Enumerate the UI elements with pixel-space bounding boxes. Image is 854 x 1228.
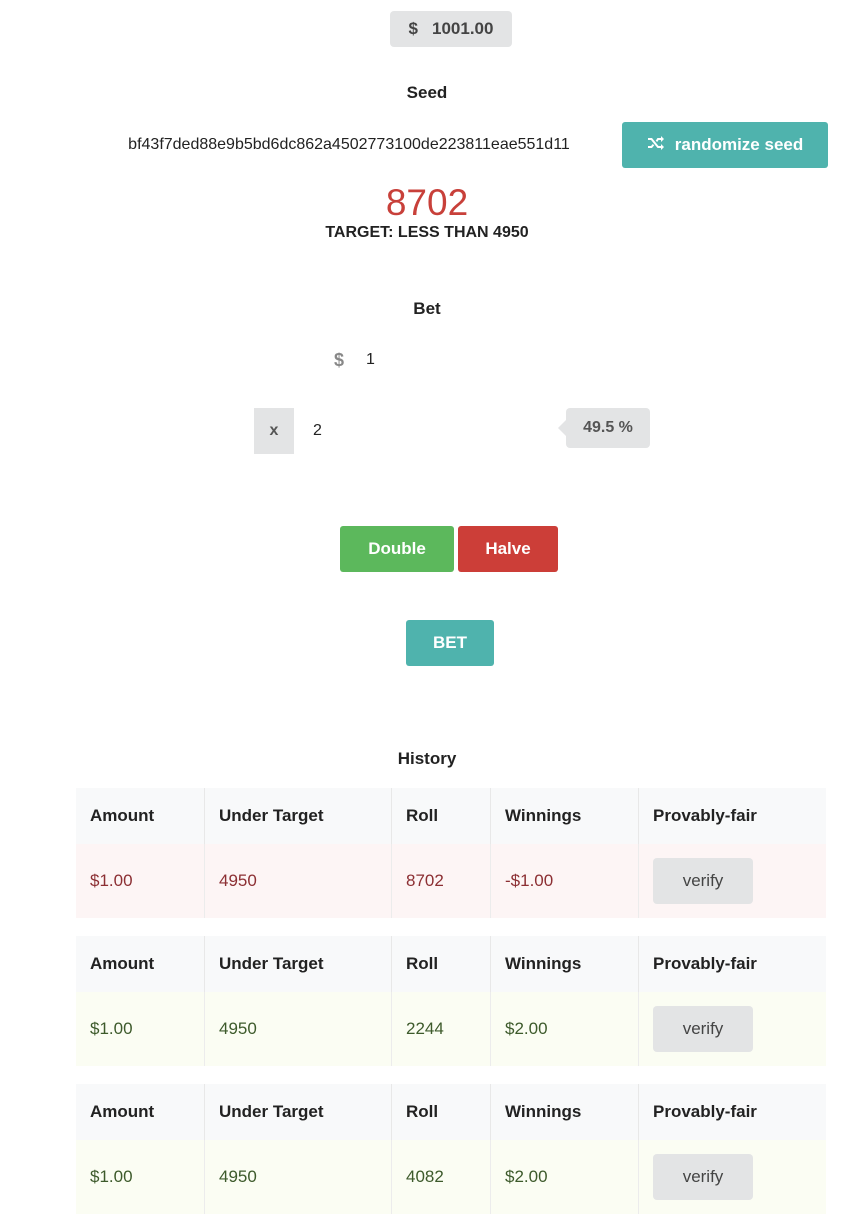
win-chance-badge: 49.5 % [558, 408, 650, 448]
row-verify-cell: verify [638, 844, 826, 918]
history-table: Amount Under Target Roll Winnings Provab… [76, 1084, 826, 1214]
row-amount: $1.00 [76, 992, 205, 1066]
column-winnings: Winnings [490, 788, 639, 844]
balance-amount: 1001.00 [432, 19, 494, 38]
row-roll: 2244 [391, 992, 491, 1066]
history-row: $1.00 4950 2244 $2.00 verify [76, 992, 826, 1066]
verify-button[interactable]: verify [653, 858, 753, 904]
bet-amount-input[interactable] [366, 351, 546, 369]
shuffle-icon [647, 135, 665, 156]
column-under-target: Under Target [204, 1084, 392, 1140]
history-label: History [397, 749, 457, 768]
roll-result: 8702 [385, 182, 469, 223]
row-winnings: $2.00 [490, 1140, 639, 1214]
column-winnings: Winnings [490, 936, 639, 992]
dollar-icon: $ [408, 19, 418, 38]
row-verify-cell: verify [638, 992, 826, 1066]
target-text: TARGET: LESS THAN 4950 [325, 224, 529, 241]
row-target: 4950 [204, 844, 392, 918]
row-target: 4950 [204, 1140, 392, 1214]
history-row: $1.00 4950 8702 -$1.00 verify [76, 844, 826, 918]
row-winnings: $2.00 [490, 992, 639, 1066]
seed-row: bf43f7ded88e9b5bd6dc862a4502773100de2238… [76, 122, 828, 168]
column-roll: Roll [391, 936, 491, 992]
row-target: 4950 [204, 992, 392, 1066]
column-under-target: Under Target [204, 936, 392, 992]
row-amount: $1.00 [76, 844, 205, 918]
column-roll: Roll [391, 1084, 491, 1140]
column-amount: Amount [76, 936, 205, 992]
multiplier-input[interactable] [313, 422, 543, 440]
history-header-row: Amount Under Target Roll Winnings Provab… [76, 788, 826, 844]
row-winnings: -$1.00 [490, 844, 639, 918]
row-verify-cell: verify [638, 1140, 826, 1214]
bet-label: Bet [413, 299, 441, 318]
bet-amount-group: $ [312, 338, 592, 382]
row-amount: $1.00 [76, 1140, 205, 1214]
column-roll: Roll [391, 788, 491, 844]
column-provably-fair: Provably-fair [638, 936, 826, 992]
history-header-row: Amount Under Target Roll Winnings Provab… [76, 936, 826, 992]
column-winnings: Winnings [490, 1084, 639, 1140]
history-table: Amount Under Target Roll Winnings Provab… [76, 936, 826, 1066]
column-under-target: Under Target [204, 788, 392, 844]
bet-button[interactable]: BET [406, 620, 494, 666]
randomize-seed-label: randomize seed [674, 135, 804, 154]
balance-display: $ 1001.00 [390, 11, 512, 47]
multiplier-group: x 49.5 % [254, 408, 654, 454]
history-row: $1.00 4950 4082 $2.00 verify [76, 1140, 826, 1214]
column-provably-fair: Provably-fair [638, 1084, 826, 1140]
column-provably-fair: Provably-fair [638, 788, 826, 844]
column-amount: Amount [76, 1084, 205, 1140]
seed-value[interactable]: bf43f7ded88e9b5bd6dc862a4502773100de2238… [76, 122, 622, 168]
double-button[interactable]: Double [340, 526, 454, 572]
history-header-row: Amount Under Target Roll Winnings Provab… [76, 1084, 826, 1140]
randomize-seed-button[interactable]: randomize seed [622, 122, 828, 168]
verify-button[interactable]: verify [653, 1006, 753, 1052]
halve-button[interactable]: Halve [458, 526, 558, 572]
row-roll: 8702 [391, 844, 491, 918]
dollar-icon: $ [333, 349, 344, 370]
history-table: Amount Under Target Roll Winnings Provab… [76, 788, 826, 918]
verify-button[interactable]: verify [653, 1154, 753, 1200]
column-amount: Amount [76, 788, 205, 844]
row-roll: 4082 [391, 1140, 491, 1214]
multiplier-prefix: x [254, 408, 294, 454]
seed-label: Seed [406, 83, 448, 102]
